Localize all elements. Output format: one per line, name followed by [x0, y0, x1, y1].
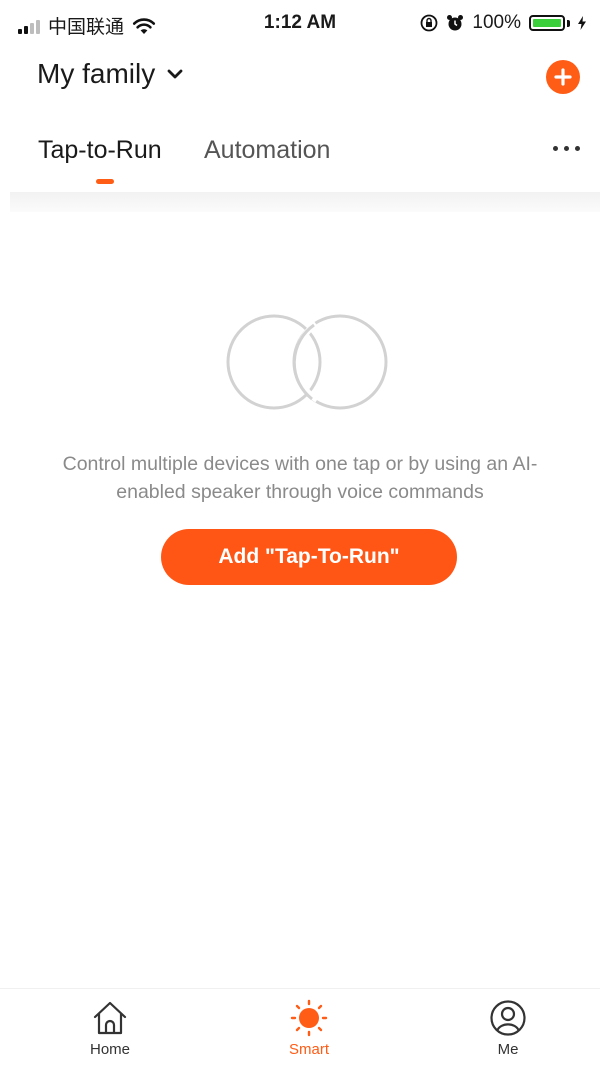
- battery-icon: [529, 15, 570, 31]
- charging-icon: [578, 16, 586, 30]
- nav-home-label: Home: [89, 1041, 130, 1058]
- nav-smart-label: Smart: [288, 1041, 329, 1058]
- status-bar: 中国联通 1:12 AM 100%: [0, 0, 600, 48]
- tab-tap-to-run[interactable]: Tap-to-Run: [38, 136, 162, 165]
- plus-icon: [554, 68, 572, 86]
- orientation-lock-icon: [420, 14, 438, 32]
- status-right: 100%: [420, 12, 586, 34]
- add-tap-to-run-button[interactable]: Add "Tap-To-Run": [161, 529, 457, 585]
- active-tab-indicator: [96, 179, 114, 184]
- header: My family: [0, 48, 600, 108]
- tab-automation[interactable]: Automation: [204, 136, 330, 165]
- family-title: My family: [37, 58, 156, 89]
- empty-state-message: Control multiple devices with one tap or…: [62, 453, 538, 503]
- home-icon: [93, 1001, 127, 1035]
- header-divider: [10, 192, 600, 212]
- alarm-icon: [447, 15, 464, 31]
- nav-me-label: Me: [497, 1041, 519, 1058]
- sun-icon: [290, 999, 328, 1037]
- family-selector[interactable]: My family: [37, 58, 183, 90]
- nav-me[interactable]: Me: [448, 999, 568, 1058]
- user-circle-icon: [490, 1000, 526, 1036]
- bottom-nav: Home Smart Me: [0, 988, 600, 1069]
- more-icon[interactable]: [553, 146, 580, 151]
- nav-home[interactable]: Home: [50, 999, 170, 1058]
- tab-bar: Tap-to-Run Automation: [0, 120, 600, 192]
- battery-percent: 100%: [472, 12, 521, 33]
- add-button[interactable]: [546, 60, 580, 94]
- chevron-down-icon: [167, 69, 183, 78]
- nav-smart[interactable]: Smart: [249, 999, 369, 1058]
- overlapping-circles-icon: [226, 314, 388, 410]
